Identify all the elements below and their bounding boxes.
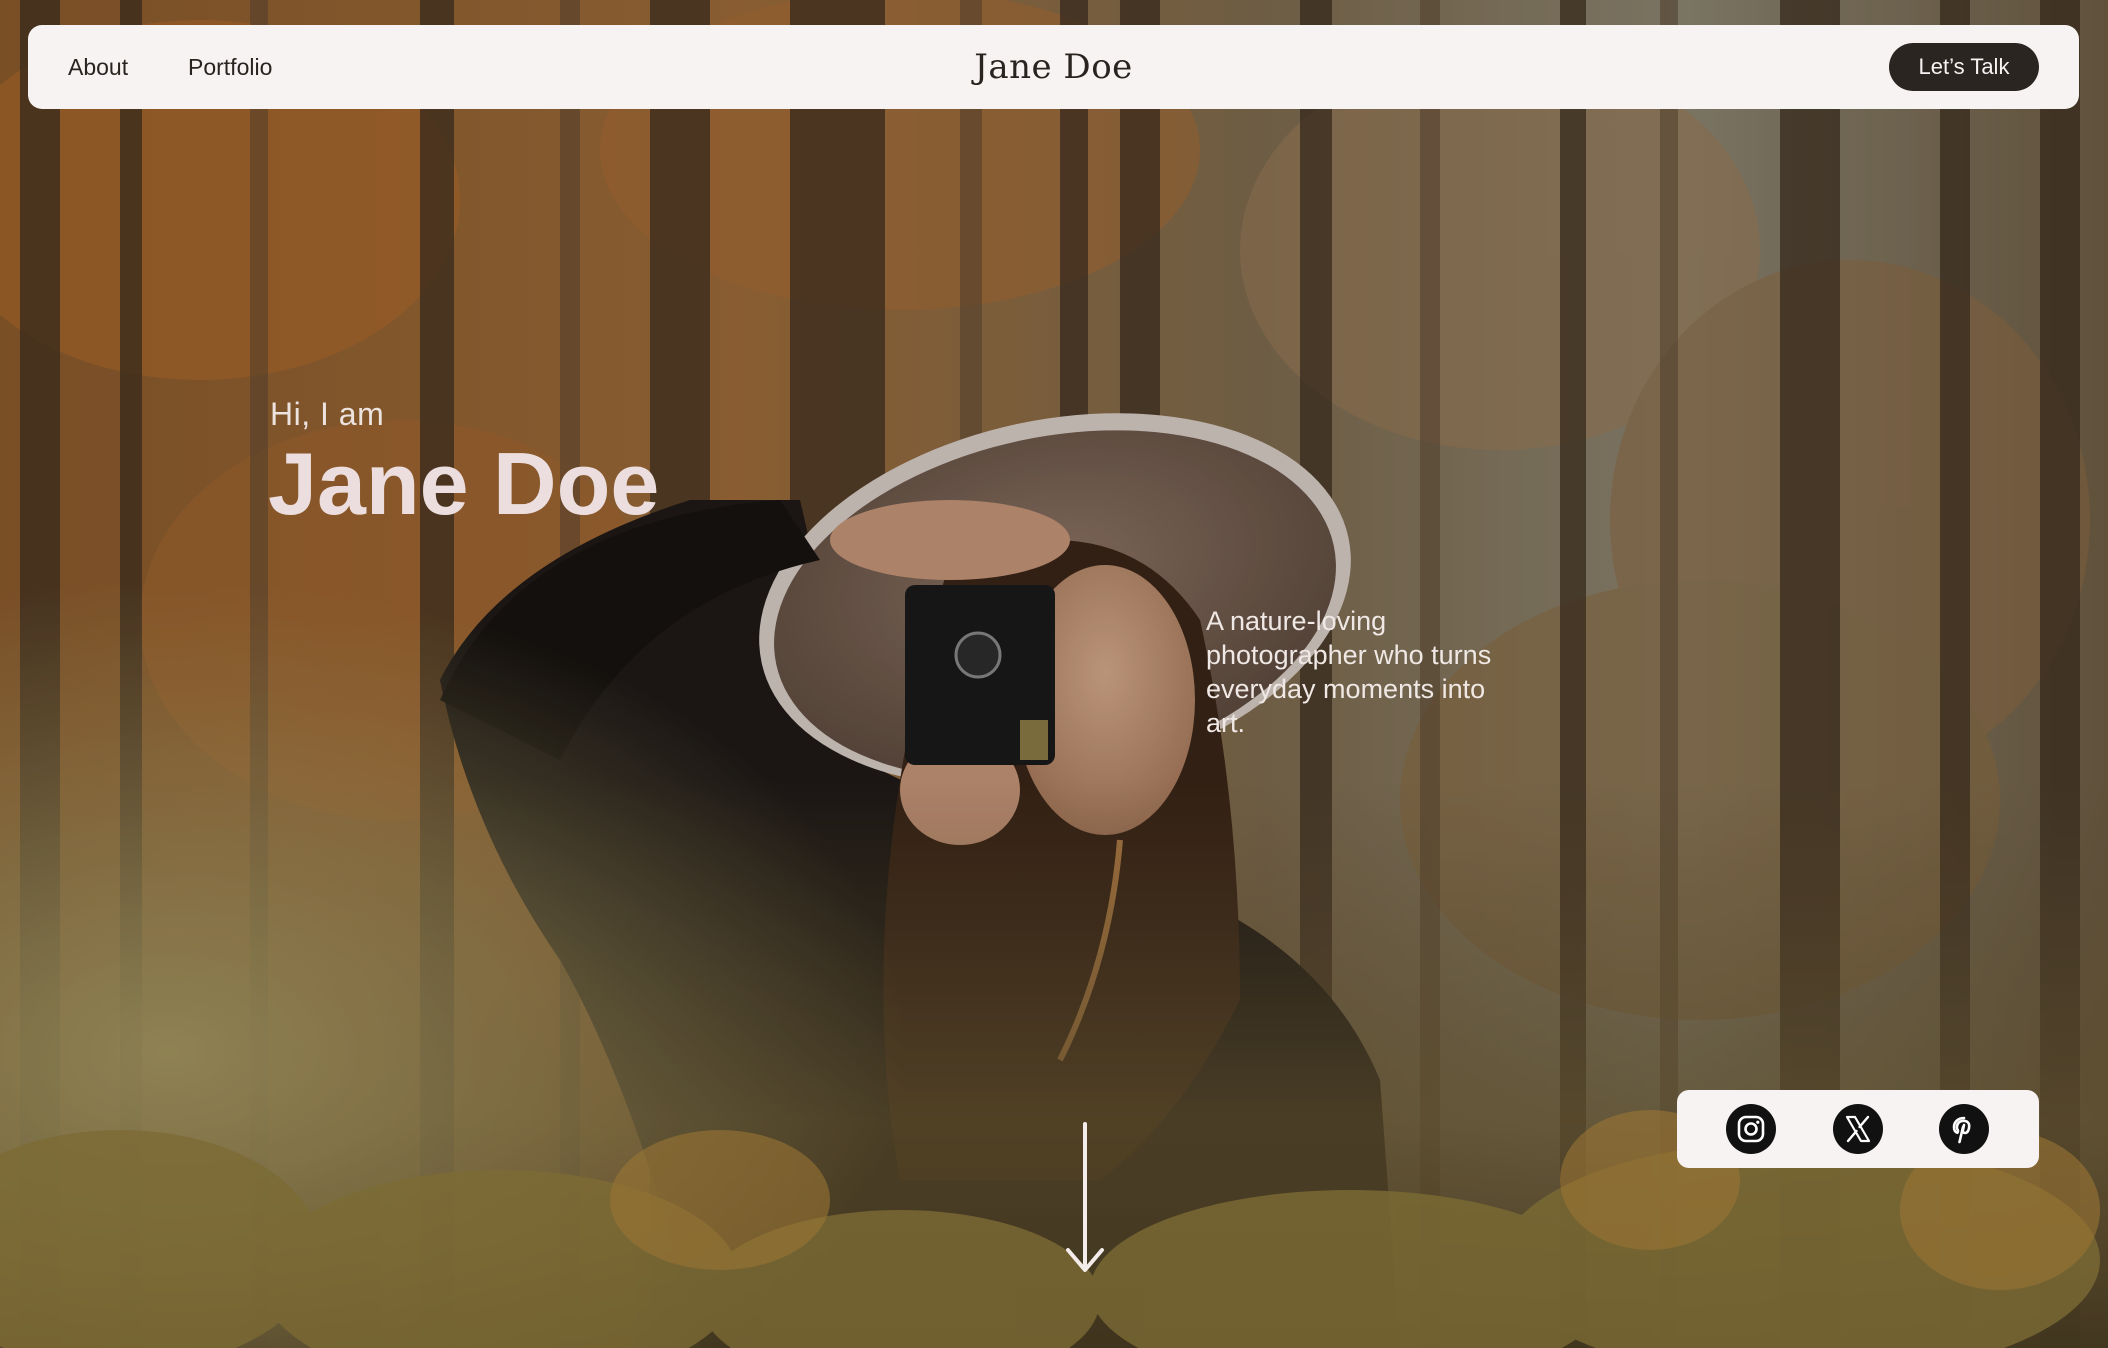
hero-name-heading: Jane Doe [268, 434, 660, 533]
instagram-icon[interactable] [1726, 1104, 1776, 1154]
top-navigation-bar: About Portfolio Jane Doe Let’s Talk [28, 25, 2079, 109]
hero-tagline: A nature-loving photographer who turns e… [1206, 606, 1492, 738]
scroll-down-arrow-icon[interactable] [1064, 1122, 1106, 1274]
pinterest-icon[interactable] [1939, 1104, 1989, 1154]
hero-greeting: Hi, I am [270, 396, 385, 432]
site-brand-label: Jane Doe [974, 47, 1133, 87]
social-links-panel [1677, 1090, 2039, 1168]
x-icon[interactable] [1833, 1104, 1883, 1154]
page: About Portfolio Jane Doe Let’s Talk Hi, … [0, 0, 2108, 1348]
site-brand[interactable]: Jane Doe [28, 25, 2079, 109]
lets-talk-button[interactable]: Let’s Talk [1889, 43, 2039, 91]
